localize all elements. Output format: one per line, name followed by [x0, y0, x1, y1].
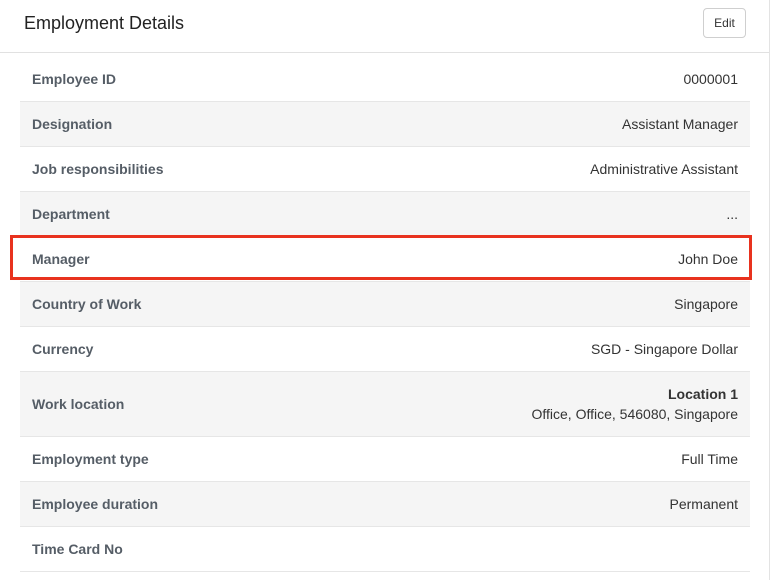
- employee-duration-label: Employee duration: [32, 496, 159, 512]
- department-value: ...: [726, 206, 738, 222]
- card-header: Employment Details Edit: [0, 0, 769, 53]
- row-currency: Currency SGD - Singapore Dollar: [20, 327, 750, 372]
- row-employee-id: Employee ID 0000001: [20, 57, 750, 102]
- manager-label: Manager: [32, 251, 90, 267]
- details-list: Employee ID 0000001 Designation Assistan…: [20, 57, 750, 572]
- employee-duration-value: Permanent: [669, 496, 738, 512]
- row-job-responsibilities: Job responsibilities Administrative Assi…: [20, 147, 750, 192]
- edit-button[interactable]: Edit: [703, 8, 746, 38]
- row-time-card-no: Time Card No: [20, 527, 750, 572]
- row-employment-type: Employment type Full Time: [20, 437, 750, 482]
- row-employee-duration: Employee duration Permanent: [20, 482, 750, 527]
- employee-id-label: Employee ID: [32, 71, 117, 87]
- work-location-label: Work location: [32, 396, 125, 412]
- manager-value: John Doe: [678, 251, 738, 267]
- employment-type-value: Full Time: [681, 451, 738, 467]
- employment-details-card: Employment Details Edit Employee ID 0000…: [0, 0, 770, 580]
- country-of-work-label: Country of Work: [32, 296, 142, 312]
- work-location-title: Location 1: [667, 386, 738, 402]
- time-card-no-label: Time Card No: [32, 541, 123, 557]
- row-designation: Designation Assistant Manager: [20, 102, 750, 147]
- work-location-value: Office, Office, 546080, Singapore: [531, 406, 738, 422]
- currency-label: Currency: [32, 341, 94, 357]
- row-country-of-work: Country of Work Singapore: [20, 282, 750, 327]
- country-of-work-value: Singapore: [674, 296, 738, 312]
- job-responsibilities-value: Administrative Assistant: [590, 161, 738, 177]
- currency-value: SGD - Singapore Dollar: [590, 341, 738, 357]
- row-work-location: Work location Location 1 Office, Office,…: [20, 372, 750, 437]
- employment-type-label: Employment type: [32, 451, 149, 467]
- job-responsibilities-label: Job responsibilities: [32, 161, 164, 177]
- employee-id-value: 0000001: [683, 71, 738, 87]
- designation-value: Assistant Manager: [622, 116, 738, 132]
- designation-label: Designation: [32, 116, 113, 132]
- department-label: Department: [32, 206, 110, 222]
- card-title: Employment Details: [24, 13, 185, 33]
- row-department: Department ...: [20, 192, 750, 237]
- row-manager: Manager John Doe: [20, 237, 750, 282]
